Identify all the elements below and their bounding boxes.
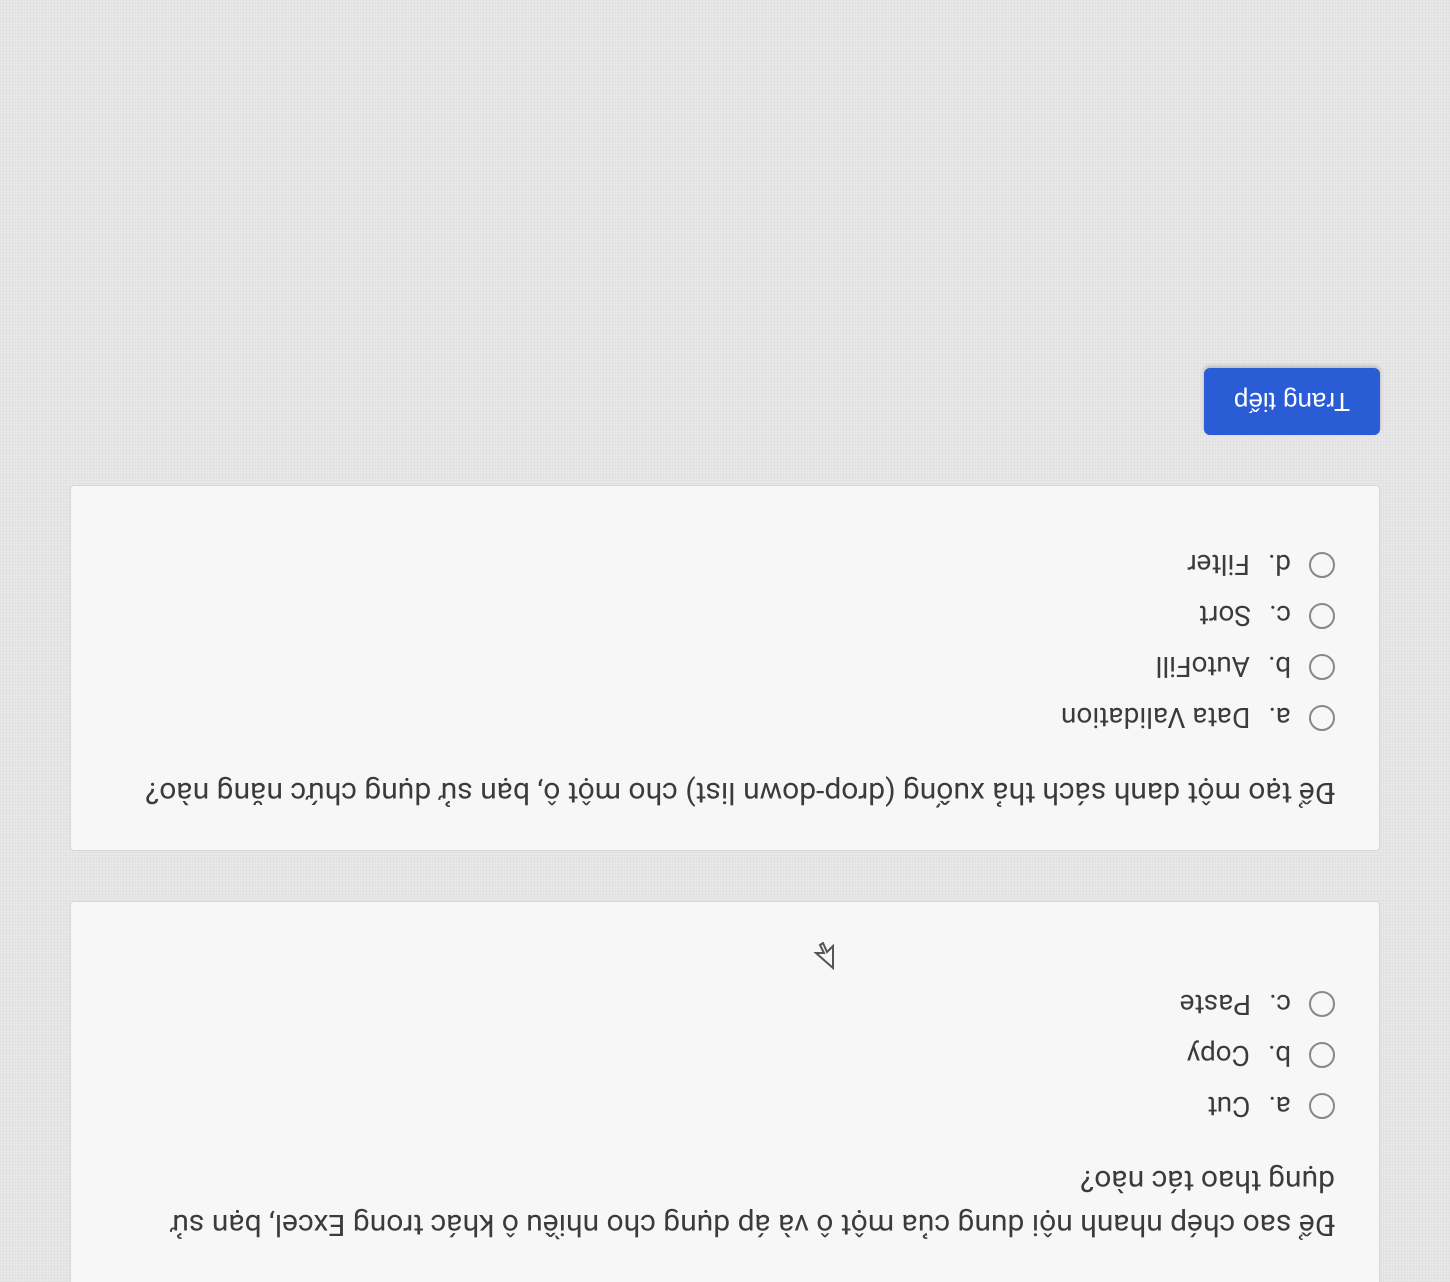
- option-label: a. Cut: [1208, 1090, 1291, 1123]
- question-card-2: Để tạo một danh sách thả xuống (drop-dow…: [70, 486, 1380, 852]
- radio-icon[interactable]: [1309, 1094, 1335, 1120]
- option-letter: c.: [1269, 600, 1291, 633]
- option-label: c. Sort: [1199, 600, 1291, 633]
- option-letter: c.: [1269, 988, 1291, 1021]
- radio-icon[interactable]: [1309, 654, 1335, 680]
- radio-icon[interactable]: [1309, 992, 1335, 1018]
- option-letter: a.: [1268, 702, 1291, 735]
- option-label: c. Paste: [1180, 988, 1291, 1021]
- option-text: AutoFill: [1156, 651, 1250, 684]
- next-page-button[interactable]: Trang tiếp: [1204, 369, 1380, 436]
- option-text: Paste: [1180, 988, 1251, 1021]
- option-letter: d.: [1268, 549, 1291, 582]
- question-text: Để sao chép nhanh nội dung của một ô và …: [115, 1159, 1335, 1246]
- option-text: Cut: [1208, 1090, 1251, 1123]
- option-label: d. Filter: [1187, 549, 1291, 582]
- radio-icon[interactable]: [1309, 552, 1335, 578]
- option-text: Sort: [1199, 600, 1251, 633]
- radio-icon[interactable]: [1309, 1043, 1335, 1069]
- question-text: Để tạo một danh sách thả xuống (drop-dow…: [115, 771, 1335, 815]
- option-text: Filter: [1187, 549, 1250, 582]
- option-d[interactable]: d. Filter: [115, 549, 1335, 582]
- radio-icon[interactable]: [1309, 603, 1335, 629]
- radio-icon[interactable]: [1309, 705, 1335, 731]
- option-c[interactable]: c. Paste: [115, 988, 1335, 1021]
- option-label: b. Copy: [1187, 1039, 1291, 1072]
- option-b[interactable]: b. Copy: [115, 1039, 1335, 1072]
- option-text: Copy: [1187, 1039, 1250, 1072]
- option-letter: b.: [1268, 651, 1291, 684]
- quiz-container: Để sao chép nhanh nội dung của một ô và …: [0, 369, 1450, 1282]
- option-a[interactable]: a. Cut: [115, 1090, 1335, 1123]
- option-letter: b.: [1268, 1039, 1291, 1072]
- option-text: Data Validation: [1061, 702, 1250, 735]
- option-c[interactable]: c. Sort: [115, 600, 1335, 633]
- option-label: b. AutoFill: [1156, 651, 1291, 684]
- nav-bar: Trang tiếp: [70, 369, 1380, 436]
- question-card-1: Để sao chép nhanh nội dung của một ô và …: [70, 901, 1380, 1282]
- option-a[interactable]: a. Data Validation: [115, 702, 1335, 735]
- option-label: a. Data Validation: [1061, 702, 1291, 735]
- cursor-icon: [811, 946, 835, 970]
- option-letter: a.: [1268, 1090, 1291, 1123]
- option-b[interactable]: b. AutoFill: [115, 651, 1335, 684]
